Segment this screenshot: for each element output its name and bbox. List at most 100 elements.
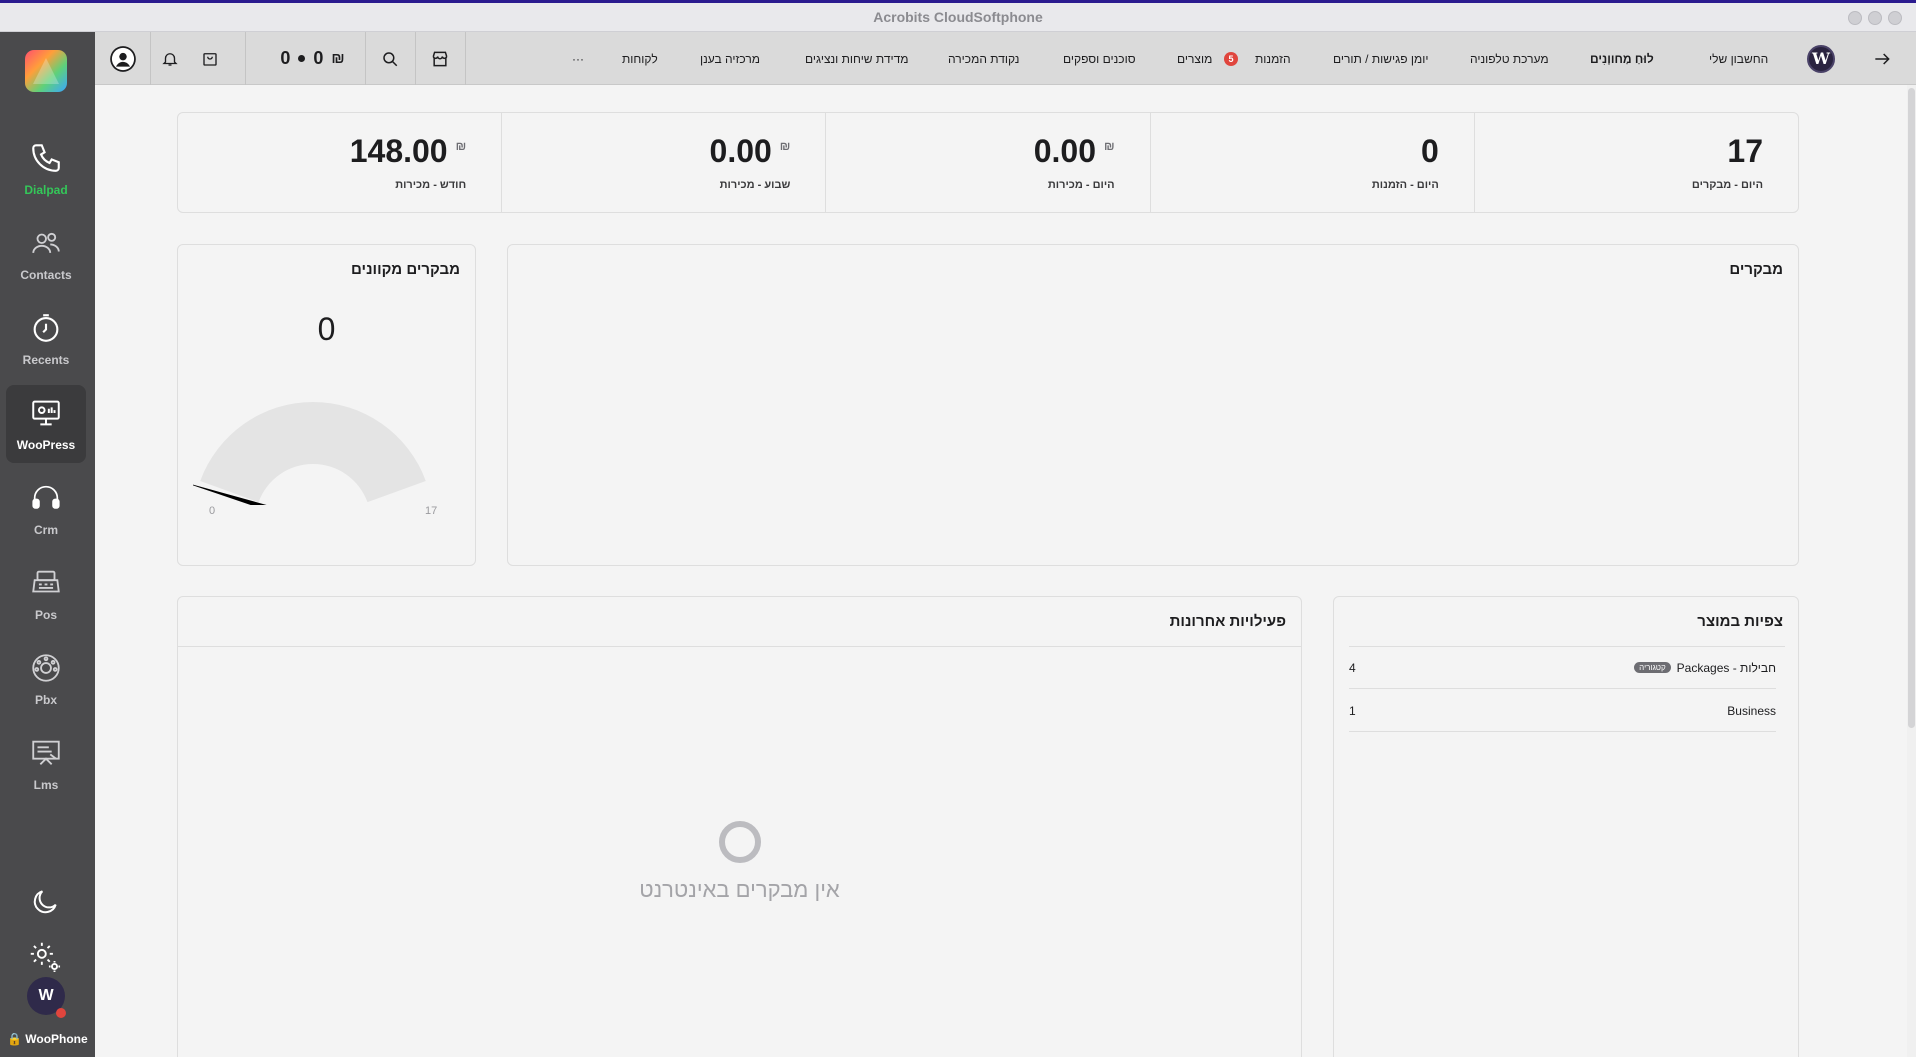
stat-currency: ₪ (1104, 139, 1115, 153)
nav-my-account[interactable]: החשבון שלי (1709, 32, 1768, 85)
card-title: מבקרים מקוונים (351, 261, 460, 278)
user-icon (109, 45, 136, 72)
store-button[interactable] (415, 32, 465, 85)
visitors-card: מבקרים (507, 244, 1799, 566)
sidebar-item-label: Recents (22, 353, 70, 367)
stat-today-orders: 0 היום - הזמנות (1149, 113, 1474, 212)
sidebar-item-woopress[interactable]: WooPress (6, 385, 86, 463)
top-navigation: 0 0 ₪ ··· לקוחות מרכזיה בענן מדידת שיחות… (95, 32, 1916, 85)
stat-value: 0.00 (1033, 133, 1096, 169)
table-row[interactable]: 4 חבילות - Packages קטגוריה (1349, 647, 1776, 689)
profile-button[interactable] (95, 32, 150, 85)
card-divider (178, 646, 1301, 647)
nav-dashboard[interactable]: לוּחַ מַחווָנִים (1590, 32, 1654, 85)
zoom-button[interactable] (1868, 11, 1882, 25)
account-label: 🔒 WooPhone (0, 1032, 95, 1046)
sidebar-item-pos[interactable]: Pos (6, 555, 86, 633)
empty-text: אין מבקרים באינטרנט (639, 877, 840, 902)
stat-currency: ₪ (455, 139, 467, 153)
notifications-button[interactable] (150, 32, 190, 85)
title-bar: Acrobits CloudSoftphone (0, 0, 1916, 32)
gauge-value: 0 (317, 311, 336, 347)
search-icon (383, 51, 398, 66)
account-name: WooPhone (25, 1032, 88, 1046)
moon-icon (33, 890, 57, 914)
site-logo[interactable]: W (1805, 32, 1837, 85)
card-title: מבקרים (1729, 261, 1783, 278)
sidebar-item-label: Lms (33, 778, 59, 792)
sidebar-item-crm[interactable]: Crm (6, 470, 86, 548)
lock-icon: 🔒 (7, 1032, 23, 1046)
stat-month-sales: 148.00 ₪ חודש - מכירות (178, 113, 501, 212)
nav-agents[interactable]: סוכנים וספקים (1063, 32, 1136, 85)
counter-left: 0 (280, 48, 291, 68)
collapse-button[interactable] (1865, 32, 1899, 85)
table-row[interactable]: 1 Business (1349, 690, 1776, 732)
sidebar-item-pbx[interactable]: Pbx (6, 640, 86, 718)
stat-currency: ₪ (779, 139, 791, 153)
window-controls (1848, 11, 1902, 25)
headset-icon (32, 485, 60, 509)
settings-button[interactable] (25, 937, 65, 977)
nav-calls[interactable]: מדידת שיחות ונציגים (805, 32, 909, 85)
stat-week-sales: 0.00 ₪ שבוע - מכירות (501, 113, 825, 212)
close-button[interactable] (1888, 11, 1902, 25)
nav-customers[interactable]: לקוחות (622, 32, 658, 85)
search-button[interactable] (365, 32, 415, 85)
stat-label: היום - מכירות (1047, 179, 1115, 191)
window-title: Acrobits CloudSoftphone (873, 9, 1043, 25)
counter-currency: ₪ (331, 50, 345, 67)
stat-value: 0.00 (709, 133, 772, 169)
product-views-card: צפיות במוצר 4 חבילות - Packages קטגוריה … (1333, 596, 1799, 1057)
row-name: חבילות - Packages (1676, 660, 1776, 675)
stat-value: 17 (1727, 133, 1764, 169)
monitor-icon (32, 400, 60, 426)
nav-more[interactable]: ··· (572, 32, 584, 85)
minimize-button[interactable] (1848, 11, 1862, 25)
loading-ring-icon (718, 821, 761, 863)
status-dot (56, 1008, 66, 1018)
nav-cloud-center[interactable]: מרכזיה בענן (700, 32, 760, 85)
sidebar-item-recents[interactable]: Recents (6, 300, 86, 378)
stat-label: היום - מבקרים (1691, 179, 1764, 191)
contacts-icon (32, 232, 60, 254)
nav-calendar[interactable]: יומן פגישות / תורים (1333, 32, 1428, 85)
stats-card: 148.00 ₪ חודש - מכירות 0.00 ₪ שבוע - מכירו… (177, 112, 1799, 213)
row-name: Business (1727, 703, 1776, 718)
category-tag: קטגוריה (1634, 662, 1671, 673)
nav-orders[interactable]: הזמנות (1255, 32, 1291, 85)
dark-mode-toggle[interactable] (25, 882, 65, 922)
orders-badge: 5 (1224, 52, 1238, 66)
arrow-right-icon (1875, 52, 1890, 65)
scrollbar-thumb[interactable] (1908, 88, 1915, 728)
sidebar-item-label: Dialpad (24, 183, 68, 197)
sidebar-item-contacts[interactable]: Contacts (6, 215, 86, 293)
card-title: פעילויות אחרונות (1169, 613, 1286, 630)
stat-today-visitors: 17 היום - מבקרים (1473, 113, 1798, 212)
nav-products-label: מוצרים (1177, 51, 1213, 66)
cart-counter: 0 0 ₪ (265, 32, 360, 85)
gauge-max: 17 (425, 505, 438, 517)
nav-phone-system[interactable]: מערכת טלפוניה (1470, 32, 1549, 85)
stat-value: 0 (1421, 133, 1439, 169)
sidebar: Dialpad Contacts Recents WooPress Crm Po… (0, 32, 95, 1057)
stat-value: 148.00 (349, 133, 448, 169)
card-title: צפיות במוצר (1697, 613, 1783, 630)
gauge-track (200, 402, 426, 503)
sidebar-item-dialpad[interactable]: Dialpad (6, 130, 86, 208)
nav-products[interactable]: מוצרים (1177, 32, 1212, 85)
shopping-bag-icon (203, 52, 217, 66)
empty-state: אין מבקרים באינטרנט (178, 821, 1301, 903)
sidebar-item-lms[interactable]: Lms (6, 725, 86, 803)
row-count: 4 (1349, 660, 1356, 675)
app-logo (25, 50, 67, 92)
gear-icon (30, 942, 61, 973)
recent-activity-card: פעילויות אחרונות אין מבקרים באינטרנט (177, 596, 1302, 1057)
sidebar-item-label: Crm (33, 523, 58, 537)
sidebar-item-label: WooPress (16, 438, 76, 452)
cart-button[interactable] (190, 32, 230, 85)
sidebar-item-label: Pos (34, 608, 57, 622)
nav-pos[interactable]: נקודת המכירה (948, 32, 1019, 85)
counter-dot (298, 55, 306, 62)
online-visitors-card: מבקרים מקוונים 0 0 17 (177, 244, 476, 566)
